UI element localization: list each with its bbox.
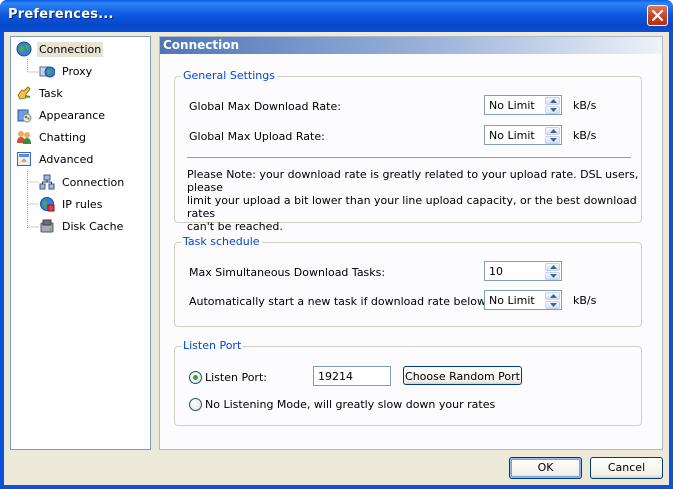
panel-header: Connection [160, 37, 662, 54]
preferences-window: Preferences... Connection Proxy Task App… [0, 0, 673, 489]
max-tasks-label: Max Simultaneous Download Tasks: [189, 266, 386, 279]
listen-port-label[interactable]: Listen Port: [205, 371, 267, 384]
general-settings-group: General Settings Global Max Download Rat… [174, 69, 642, 233]
radio-selected-dot [193, 375, 198, 380]
tree-item-label: Chatting [39, 130, 87, 144]
tree-item-task[interactable]: Task [16, 84, 65, 102]
tree-item-label: Advanced [39, 152, 94, 166]
title-bar[interactable]: Preferences... [0, 0, 673, 32]
advanced-panel-icon [17, 152, 31, 166]
upload-rate-spinner[interactable]: No Limit [484, 125, 562, 145]
close-icon [652, 10, 663, 21]
rate-note: Please Note: your download rate is great… [187, 168, 641, 233]
ip-globe-icon [40, 197, 55, 212]
upload-rate-label: Global Max Upload Rate: [189, 130, 325, 143]
globe-icon [16, 41, 32, 57]
max-tasks-value: 10 [489, 265, 503, 278]
max-tasks-spinner[interactable]: 10 [484, 261, 562, 281]
arrow-down-icon [550, 138, 557, 142]
button-label: Cancel [607, 461, 646, 474]
upload-rate-value: No Limit [489, 129, 535, 142]
group-title: Task schedule [181, 235, 262, 248]
tree-item-ip-rules[interactable]: IP rules [39, 195, 104, 213]
tree-item-advanced-connection[interactable]: Connection [39, 173, 126, 191]
listen-port-radio[interactable] [189, 371, 202, 384]
chat-users-icon [17, 131, 31, 144]
tree-item-label: Proxy [62, 64, 93, 78]
arrow-down-icon [550, 108, 557, 112]
dialog-body: Connection Proxy Task Appearance Chattin… [4, 32, 669, 485]
auto-start-unit: kB/s [573, 294, 597, 307]
network-icon [39, 174, 55, 190]
spin-up-button[interactable] [545, 263, 560, 271]
spin-down-button[interactable] [545, 106, 560, 114]
download-unit: kB/s [573, 99, 597, 112]
window-title: Preferences... [8, 7, 114, 22]
settings-panel: Connection General Settings Global Max D… [159, 36, 663, 450]
auto-start-label: Automatically start a new task if downlo… [189, 295, 490, 308]
category-tree[interactable]: Connection Proxy Task Appearance Chattin… [10, 36, 151, 450]
listen-port-input[interactable]: 19214 [313, 366, 391, 386]
tree-item-chatting[interactable]: Chatting [16, 128, 88, 146]
note-line: limit your upload a bit lower than your … [187, 194, 637, 220]
divider [187, 157, 631, 158]
tree-item-connection[interactable]: Connection [16, 40, 104, 58]
tree-item-label: Connection [37, 41, 104, 57]
arrow-up-icon [550, 265, 557, 269]
arrow-up-icon [550, 129, 557, 133]
spin-down-button[interactable] [545, 136, 560, 144]
group-title: Listen Port [181, 339, 244, 352]
tree-item-label: Appearance [39, 108, 106, 122]
tree-item-disk-cache[interactable]: Disk Cache [39, 217, 125, 235]
choose-random-port-button[interactable]: Choose Random Port [403, 366, 522, 385]
auto-start-value: No Limit [489, 294, 535, 307]
panel-title: Connection [163, 38, 240, 52]
button-label: Choose Random Port [405, 370, 520, 383]
ok-button[interactable]: OK [509, 457, 582, 479]
download-rate-spinner[interactable]: No Limit [484, 95, 562, 115]
button-label: OK [537, 461, 554, 474]
auto-start-spinner[interactable]: No Limit [484, 290, 562, 310]
task-schedule-group: Task schedule Max Simultaneous Download … [174, 235, 642, 327]
tree-item-proxy[interactable]: Proxy [39, 62, 94, 80]
disk-icon [40, 219, 54, 233]
spin-down-button[interactable] [545, 301, 560, 309]
appearance-palette-icon [17, 109, 32, 123]
listen-port-group: Listen Port Listen Port: 19214 Choose Ra… [174, 339, 642, 426]
arrow-up-icon [550, 99, 557, 103]
no-listening-radio[interactable] [189, 398, 202, 411]
no-listening-label[interactable]: No Listening Mode, will greatly slow dow… [205, 398, 495, 411]
tree-item-appearance[interactable]: Appearance [16, 106, 107, 124]
tree-item-label: Connection [62, 175, 125, 189]
upload-unit: kB/s [573, 129, 597, 142]
spin-up-button[interactable] [545, 292, 560, 300]
arrow-down-icon [550, 303, 557, 307]
close-button[interactable] [647, 5, 668, 26]
tree-item-label: IP rules [62, 197, 103, 211]
note-line: Please Note: your download rate is great… [187, 168, 639, 194]
note-line: can't be reached. [187, 220, 283, 233]
spin-up-button[interactable] [545, 127, 560, 135]
cancel-button[interactable]: Cancel [590, 457, 663, 479]
tree-item-label: Task [39, 86, 63, 100]
spin-down-button[interactable] [545, 272, 560, 280]
tree-item-advanced[interactable]: Advanced [16, 150, 95, 168]
proxy-globe-icon [39, 66, 55, 78]
group-title: General Settings [181, 69, 277, 82]
listen-port-value: 19214 [318, 370, 353, 383]
arrow-up-icon [550, 294, 557, 298]
download-rate-label: Global Max Download Rate: [189, 100, 341, 113]
arrow-down-icon [550, 274, 557, 278]
spin-up-button[interactable] [545, 97, 560, 105]
task-hand-icon [17, 86, 31, 100]
tree-item-label: Disk Cache [62, 219, 124, 233]
download-rate-value: No Limit [489, 99, 535, 112]
